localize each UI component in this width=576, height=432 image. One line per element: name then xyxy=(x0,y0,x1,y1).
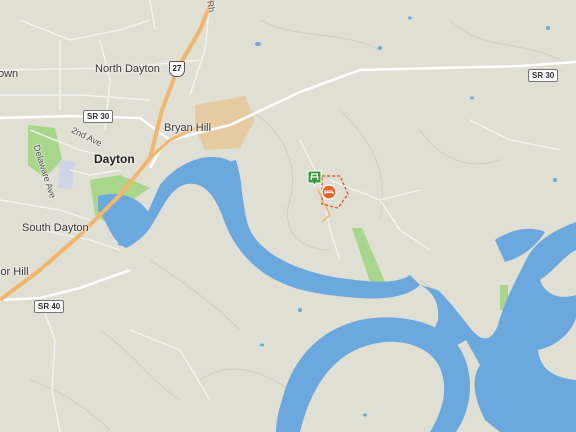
place-label-taylor-hill-partial: lor Hill xyxy=(0,266,29,278)
sr30-east-shield: SR 30 xyxy=(528,69,559,82)
map-canvas[interactable]: own North Dayton Bryan Hill Dayton South… xyxy=(0,0,576,432)
picnic-table-icon[interactable] xyxy=(307,170,322,193)
map-base-layer xyxy=(0,0,576,432)
place-label-town-partial: own xyxy=(0,68,19,80)
place-label-south-dayton: South Dayton xyxy=(22,222,89,234)
place-label-north-dayton: North Dayton xyxy=(95,63,160,75)
park-delaware xyxy=(58,160,75,190)
place-label-bryan-hill: Bryan Hill xyxy=(164,122,212,134)
us27-shield: 27 xyxy=(169,61,185,77)
sr30-west-shield: SR 30 xyxy=(83,110,114,123)
street-label-rhea-partial: Rh xyxy=(205,0,217,13)
camping-bed-icon[interactable] xyxy=(321,184,337,205)
sr40-shield: SR 40 xyxy=(34,300,65,313)
place-label-dayton: Dayton xyxy=(94,152,135,166)
